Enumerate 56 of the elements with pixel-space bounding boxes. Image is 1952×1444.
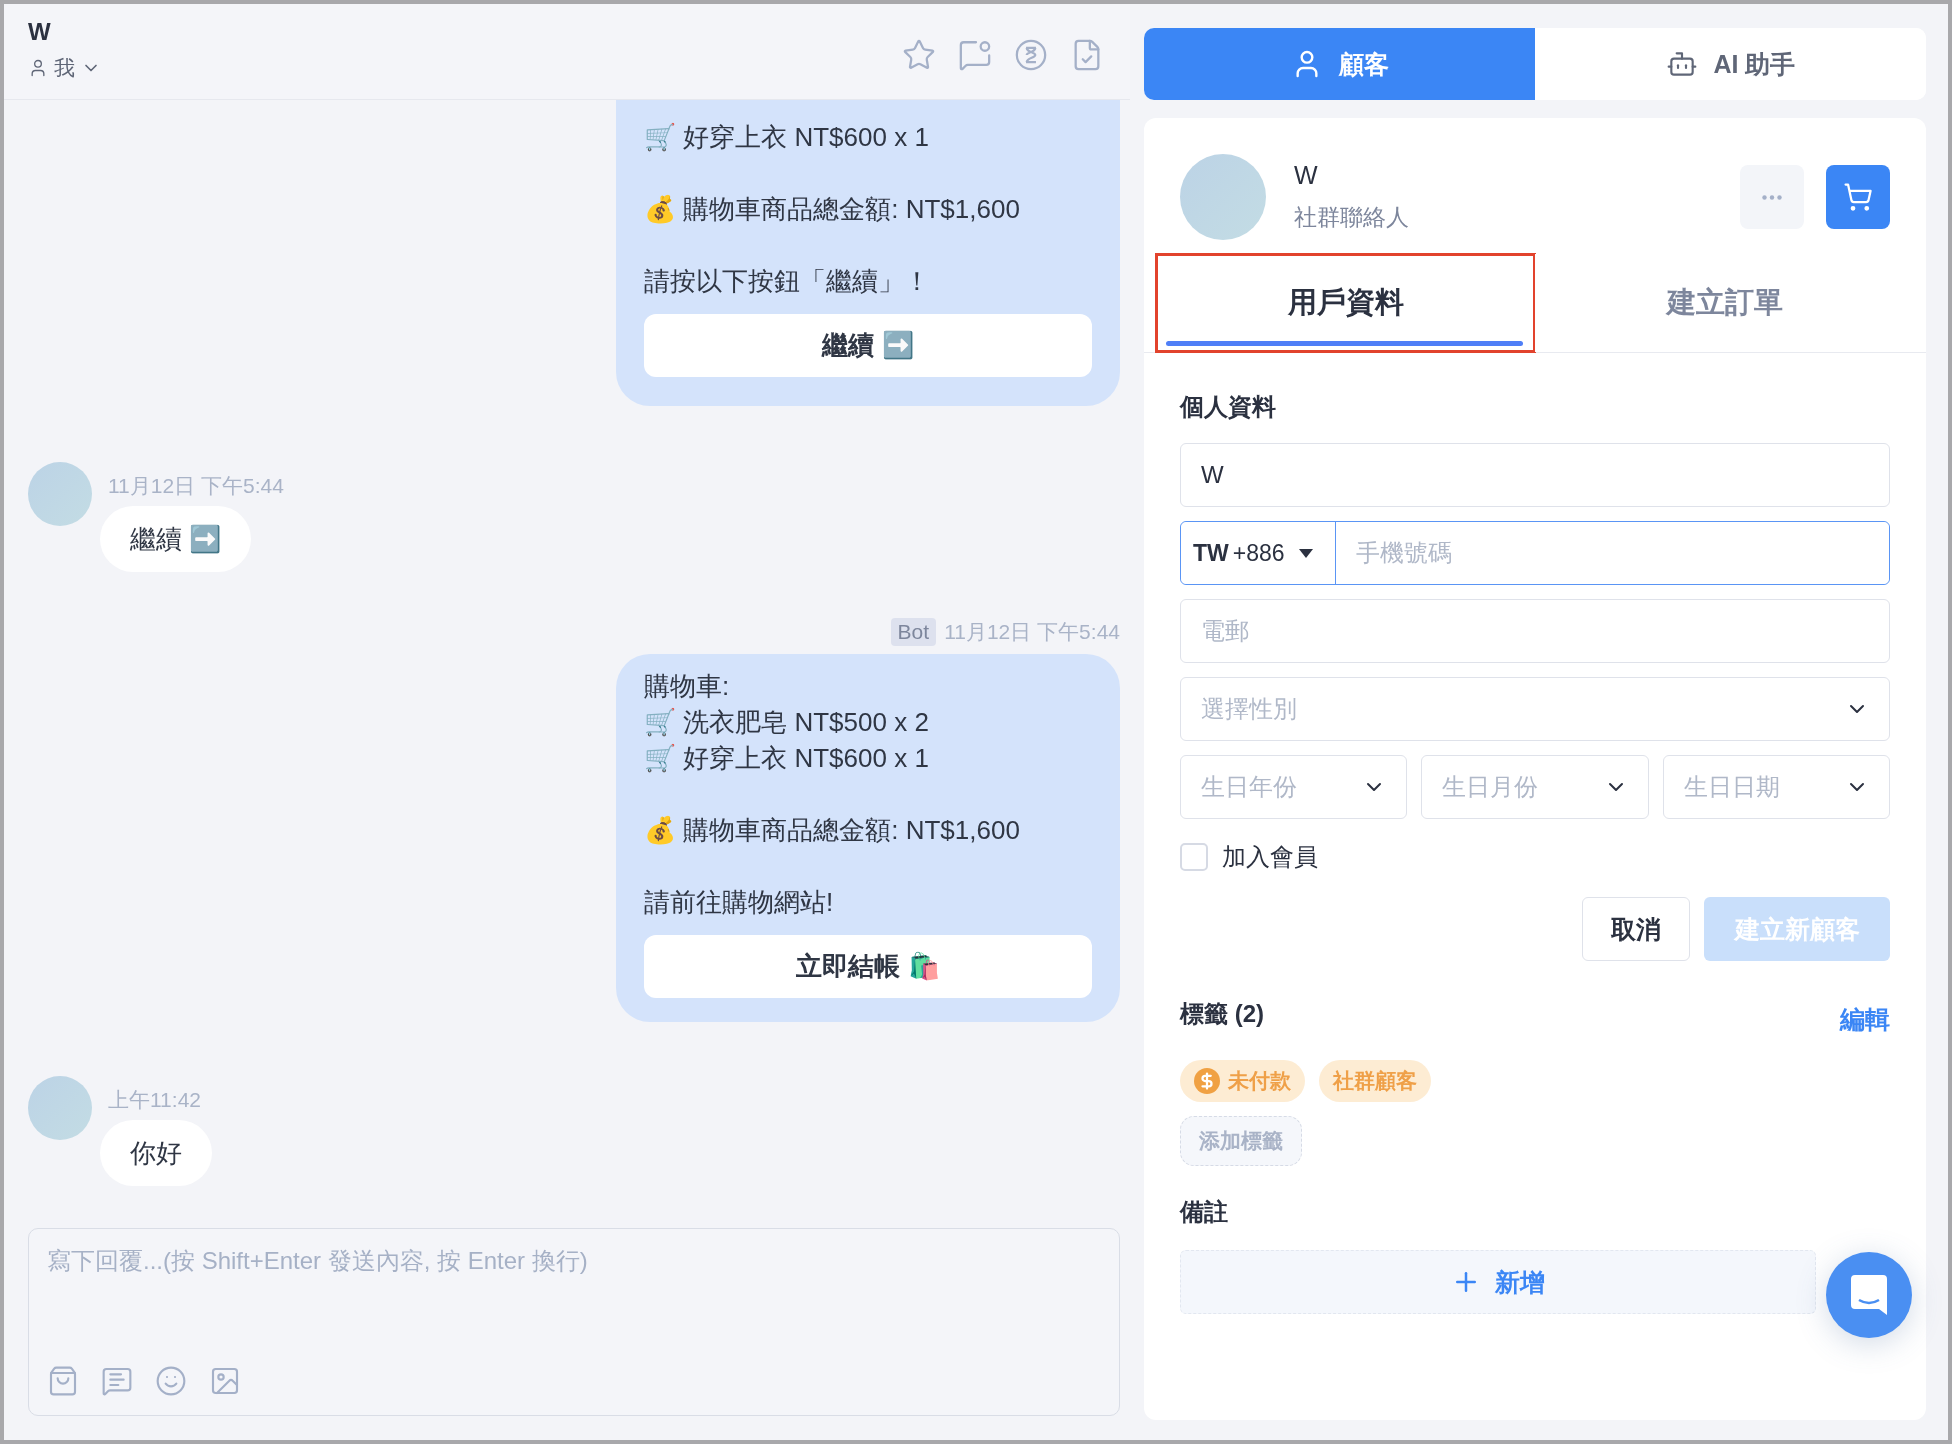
assignee-dropdown[interactable]: 我 — [28, 54, 101, 82]
panel-tab[interactable]: 顧客 — [1144, 28, 1535, 100]
cart-button[interactable] — [1826, 165, 1890, 229]
email-field[interactable]: 電郵 — [1180, 599, 1890, 663]
shopping-bag-icon[interactable] — [47, 1365, 79, 1397]
hourglass-icon[interactable] — [1014, 38, 1048, 72]
bot-badge: Bot — [890, 618, 937, 646]
birth-day-dropdown[interactable]: 生日日期 — [1662, 755, 1890, 819]
reply-box[interactable]: 寫下回覆...(按 Shift+Enter 發送內容, 按 Enter 換行) — [28, 1228, 1120, 1416]
customer-name: W — [1294, 161, 1319, 190]
section-title: 個人資料 — [1180, 392, 1277, 422]
chat-icon — [1849, 1273, 1889, 1317]
message-action-button[interactable]: 立即結帳 🛍 — [644, 935, 1092, 998]
message-line: 🛒 好穿上衣 NT$600 x 1 — [644, 121, 930, 154]
name-field[interactable]: W — [1180, 443, 1890, 507]
message-line: 🛒 洗衣肥皂 NT$500 x 2 — [644, 706, 930, 739]
message-time: 上午11:42 — [108, 1087, 202, 1113]
phone-field[interactable]: TW +886 手機號碼 — [1180, 521, 1890, 585]
section-title: 標籤 (2) — [1180, 998, 1264, 1029]
gender-dropdown[interactable]: 選擇性別 — [1180, 677, 1890, 741]
message-bubble: 你好 — [100, 1120, 212, 1186]
customer-type: 社群聯絡人 — [1294, 203, 1410, 232]
cancel-button[interactable]: 取消 — [1582, 897, 1690, 961]
star-icon[interactable] — [902, 38, 936, 72]
add-note-button[interactable]: 新增 — [1180, 1250, 1816, 1314]
add-tag-button[interactable]: 添加標籤 — [1180, 1116, 1302, 1166]
country-code-dropdown[interactable]: TW +886 — [1181, 522, 1336, 584]
image-icon[interactable] — [209, 1365, 241, 1397]
tag: 未付款 — [1180, 1060, 1305, 1102]
checkbox-label: 加入會員 — [1222, 842, 1318, 872]
message-action-button[interactable]: 繼續 ➡ — [644, 314, 1092, 377]
message-icon[interactable] — [101, 1365, 133, 1397]
message-line: 💰 購物車商品總金額: NT$1,600 — [644, 193, 1021, 226]
message-time: 11月12日 下午5:44 — [108, 473, 284, 499]
comment-icon[interactable] — [958, 38, 992, 72]
smile-icon[interactable] — [155, 1365, 187, 1397]
message-line: 🛒 好穿上衣 NT$600 x 1 — [644, 742, 930, 775]
tag: 社群顧客 — [1319, 1060, 1431, 1102]
more-button[interactable] — [1740, 165, 1804, 229]
message-time: 11月12日 下午5:44 — [944, 619, 1120, 645]
conversation-title: W — [28, 18, 52, 46]
cart-icon — [1843, 182, 1873, 212]
reply-field[interactable]: 寫下回覆...(按 Shift+Enter 發送內容, 按 Enter 換行) — [47, 1245, 1101, 1351]
membership-checkbox[interactable] — [1180, 843, 1208, 871]
message-bubble: 繼續 ➡ — [100, 506, 252, 572]
message-line: 購物車: — [644, 670, 731, 703]
birth-year-dropdown[interactable]: 生日年份 — [1180, 755, 1408, 819]
section-title: 備註 — [1180, 1197, 1229, 1227]
more-icon — [1762, 194, 1782, 200]
message-line: 💰 購物車商品總金額: NT$1,600 — [644, 814, 1021, 847]
edit-link[interactable]: 編輯 — [1840, 1003, 1890, 1036]
message-line: 請前往購物網站! — [644, 886, 835, 919]
birth-month-dropdown[interactable]: 生日月份 — [1421, 755, 1649, 819]
dollar-icon — [1194, 1068, 1220, 1094]
message-line: 請按以下按鈕「繼續」！ — [644, 265, 931, 298]
profile-tab[interactable]: 用戶資料 — [1156, 254, 1535, 352]
